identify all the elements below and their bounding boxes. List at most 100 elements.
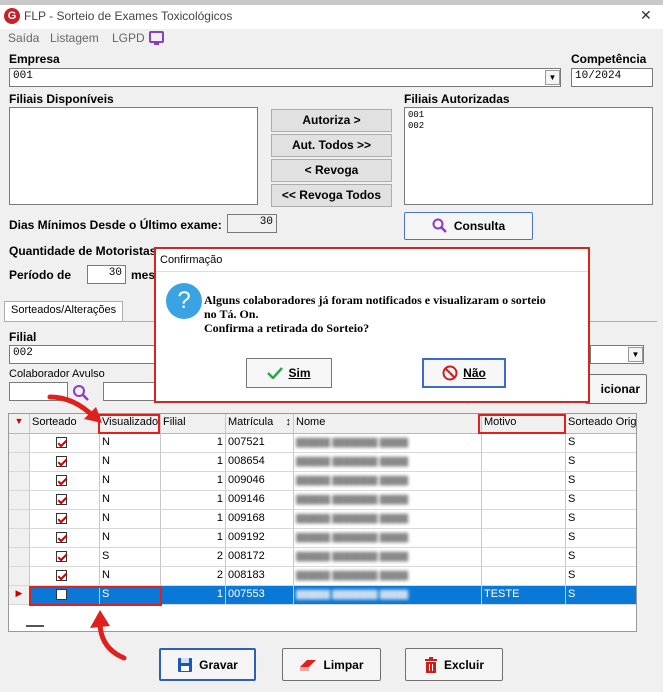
cell-origem[interactable]: S: [566, 453, 636, 472]
nome-cell-redacted[interactable]: ██████ ████████ █████: [294, 567, 482, 586]
cell-visualizado[interactable]: S: [100, 548, 161, 567]
cell-motivo[interactable]: [482, 453, 566, 472]
colaborador-name-input[interactable]: [103, 382, 155, 401]
sorteado-checkbox[interactable]: [56, 456, 67, 467]
cell-matricula[interactable]: 008172: [226, 548, 294, 567]
cell-motivo[interactable]: [482, 434, 566, 453]
cell-origem[interactable]: S: [566, 548, 636, 567]
sorteado-checkbox-cell[interactable]: [30, 491, 100, 510]
cell-origem[interactable]: S: [566, 586, 636, 605]
autoriza-button[interactable]: Autoriza >: [271, 109, 392, 132]
cell-matricula[interactable]: 007553: [226, 586, 294, 605]
autoriza-todos-button[interactable]: Aut. Todos >>: [271, 134, 392, 157]
menu-saida[interactable]: Saída: [8, 31, 39, 45]
nome-cell-redacted[interactable]: ██████ ████████ █████: [294, 472, 482, 491]
row-indicator[interactable]: [9, 548, 30, 567]
cell-origem[interactable]: S: [566, 567, 636, 586]
nome-cell-redacted[interactable]: ██████ ████████ █████: [294, 510, 482, 529]
grid-header-indicator[interactable]: ▼: [9, 414, 30, 434]
filiais-autorizadas-list[interactable]: 001 002: [404, 107, 653, 205]
menu-lgpd[interactable]: LGPD: [112, 31, 145, 45]
row-indicator[interactable]: [9, 567, 30, 586]
nao-button[interactable]: Não: [422, 358, 506, 388]
row-indicator[interactable]: [9, 491, 30, 510]
row-indicator[interactable]: [9, 472, 30, 491]
cell-origem[interactable]: S: [566, 434, 636, 453]
menu-listagem[interactable]: Listagem: [50, 31, 99, 45]
row-indicator[interactable]: ▶: [9, 586, 30, 605]
cell-matricula[interactable]: 009146: [226, 491, 294, 510]
cell-visualizado[interactable]: N: [100, 510, 161, 529]
nome-cell-redacted[interactable]: ██████ ████████ █████: [294, 548, 482, 567]
list-item[interactable]: 002: [405, 121, 652, 132]
sim-button[interactable]: Sim: [246, 358, 332, 388]
row-indicator[interactable]: [9, 434, 30, 453]
cell-filial[interactable]: 1: [161, 434, 226, 453]
cell-filial[interactable]: 2: [161, 567, 226, 586]
filiais-disponiveis-list[interactable]: [9, 107, 258, 205]
list-item[interactable]: 001: [405, 110, 652, 121]
cell-visualizado[interactable]: N: [100, 472, 161, 491]
sorteado-checkbox[interactable]: [56, 551, 67, 562]
cell-origem[interactable]: S: [566, 529, 636, 548]
sorteado-checkbox[interactable]: [56, 570, 67, 581]
cell-motivo[interactable]: [482, 510, 566, 529]
sorteado-checkbox-cell[interactable]: [30, 510, 100, 529]
row-indicator[interactable]: [9, 453, 30, 472]
sorteado-checkbox[interactable]: [56, 532, 67, 543]
column-header-sorteado-origem[interactable]: Sorteado Origi: [566, 414, 636, 434]
cell-matricula[interactable]: 008654: [226, 453, 294, 472]
limpar-button[interactable]: Limpar: [282, 648, 381, 681]
sorteado-checkbox-cell[interactable]: [30, 529, 100, 548]
consulta-button[interactable]: Consulta: [404, 212, 533, 240]
adicionar-button[interactable]: icionar: [585, 374, 647, 404]
periodo-input[interactable]: 30: [87, 265, 126, 284]
cell-visualizado[interactable]: N: [100, 567, 161, 586]
nome-cell-redacted[interactable]: ██████ ████████ █████: [294, 491, 482, 510]
close-icon[interactable]: ✕: [640, 7, 652, 24]
cell-origem[interactable]: S: [566, 491, 636, 510]
cell-visualizado[interactable]: N: [100, 434, 161, 453]
cell-origem[interactable]: S: [566, 510, 636, 529]
cell-filial[interactable]: 1: [161, 491, 226, 510]
sorteado-checkbox[interactable]: [56, 475, 67, 486]
cell-motivo[interactable]: [482, 491, 566, 510]
revoga-button[interactable]: < Revoga: [271, 159, 392, 182]
nome-cell-redacted[interactable]: ██████ ████████ █████: [294, 453, 482, 472]
cell-filial[interactable]: 2: [161, 548, 226, 567]
sorteado-checkbox-cell[interactable]: [30, 472, 100, 491]
row-indicator[interactable]: [9, 510, 30, 529]
excluir-button[interactable]: Excluir: [405, 648, 503, 681]
row-indicator[interactable]: [9, 529, 30, 548]
cell-motivo[interactable]: [482, 472, 566, 491]
cell-matricula[interactable]: 009046: [226, 472, 294, 491]
sorteado-checkbox-cell[interactable]: [30, 567, 100, 586]
filial-select[interactable]: 002: [9, 345, 157, 364]
grid-scrollbar[interactable]: [636, 514, 637, 632]
sorteado-checkbox-cell[interactable]: [30, 453, 100, 472]
chevron-down-icon[interactable]: ▼: [545, 70, 560, 85]
cell-filial[interactable]: 1: [161, 453, 226, 472]
cell-filial[interactable]: 1: [161, 529, 226, 548]
cell-motivo[interactable]: [482, 529, 566, 548]
gravar-button[interactable]: Gravar: [159, 648, 256, 681]
cell-matricula[interactable]: 007521: [226, 434, 294, 453]
cell-matricula[interactable]: 008183: [226, 567, 294, 586]
cell-motivo[interactable]: [482, 567, 566, 586]
cell-filial[interactable]: 1: [161, 472, 226, 491]
sorteado-checkbox[interactable]: [56, 494, 67, 505]
cell-matricula[interactable]: 009168: [226, 510, 294, 529]
nome-cell-redacted[interactable]: ██████ ████████ █████: [294, 586, 482, 605]
column-header-nome[interactable]: Nome: [294, 414, 482, 434]
chevron-down-icon[interactable]: ▼: [628, 347, 643, 362]
column-header-filial[interactable]: Filial: [161, 414, 226, 434]
competencia-input[interactable]: 10/2024: [571, 68, 653, 87]
cell-filial[interactable]: 1: [161, 586, 226, 605]
cell-visualizado[interactable]: N: [100, 529, 161, 548]
column-header-matricula[interactable]: Matrícula ↕: [226, 414, 294, 434]
empresa-select[interactable]: 001: [9, 68, 561, 87]
cell-motivo[interactable]: [482, 548, 566, 567]
cell-filial[interactable]: 1: [161, 510, 226, 529]
monitor-icon[interactable]: [149, 31, 164, 45]
revoga-todos-button[interactable]: << Revoga Todos: [271, 184, 392, 207]
